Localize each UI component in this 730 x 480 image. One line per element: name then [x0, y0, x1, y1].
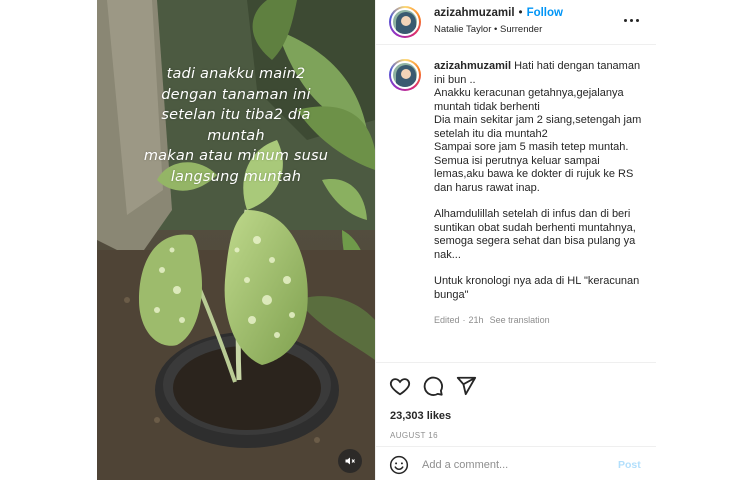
- likes-count[interactable]: 23,303 likes: [390, 410, 451, 422]
- caption-line: Anakku keracunan getahnya,gejalanya munt…: [434, 87, 624, 113]
- heart-icon[interactable]: [389, 375, 411, 397]
- caption-area: azizahmuzamil Hati hati dengan tanaman i…: [376, 46, 656, 360]
- speaker-muted-icon: [345, 457, 355, 465]
- header-user-row: azizahmuzamil • Follow: [434, 7, 563, 19]
- caption-paragraph: Alhamdulillah setelah di infus dan di be…: [434, 208, 636, 261]
- comment-bubble-icon[interactable]: [422, 375, 444, 397]
- post-details-panel: azizahmuzamil • Follow Natalie Taylor • Su…: [375, 0, 656, 480]
- avatar[interactable]: [389, 6, 421, 38]
- post-media[interactable]: tadi anakku main2 dengan tanaman ini set…: [97, 0, 375, 480]
- paper-plane-icon[interactable]: [455, 375, 477, 397]
- edited-label: Edited: [434, 315, 460, 325]
- post-comment-button[interactable]: Post: [618, 459, 641, 471]
- see-translation-link[interactable]: See translation: [490, 315, 550, 325]
- caption-line: Sampai sore jam 5 masih tetep muntah.: [434, 141, 629, 153]
- actions-bar: 23,303 likes AUGUST 16: [376, 362, 656, 442]
- audio-link[interactable]: Natalie Taylor • Surrender: [434, 24, 542, 35]
- caption-meta: Edited · 21h See translation: [434, 315, 550, 325]
- caption-avatar[interactable]: [389, 59, 421, 91]
- post-header: azizahmuzamil • Follow Natalie Taylor • Su…: [376, 0, 656, 45]
- follow-button[interactable]: Follow: [527, 7, 563, 19]
- mute-toggle-button[interactable]: [338, 449, 362, 473]
- username-link[interactable]: azizahmuzamil: [434, 7, 515, 19]
- caption-paragraph: Untuk kronologi nya ada di HL "keracunan…: [434, 275, 640, 301]
- more-horizontal-icon[interactable]: [621, 13, 641, 27]
- caption-text: azizahmuzamil Hati hati dengan tanaman i…: [434, 60, 644, 328]
- post-age: 21h: [468, 315, 484, 325]
- comment-input[interactable]: [422, 456, 602, 474]
- caption-line: Dia main sekitar jam 2 siang,setengah ja…: [434, 114, 642, 140]
- video-overlay-text: tadi anakku main2 dengan tanaman ini set…: [143, 66, 329, 185]
- separator-dot: •: [518, 7, 523, 19]
- caption-line: Semua isi perutnya keluar sampai lemas,a…: [434, 154, 634, 194]
- post-date: AUGUST 16: [390, 431, 438, 440]
- comment-bar: Post: [376, 446, 656, 480]
- emoji-smile-icon[interactable]: [389, 455, 409, 475]
- caption-username[interactable]: azizahmuzamil: [434, 60, 511, 72]
